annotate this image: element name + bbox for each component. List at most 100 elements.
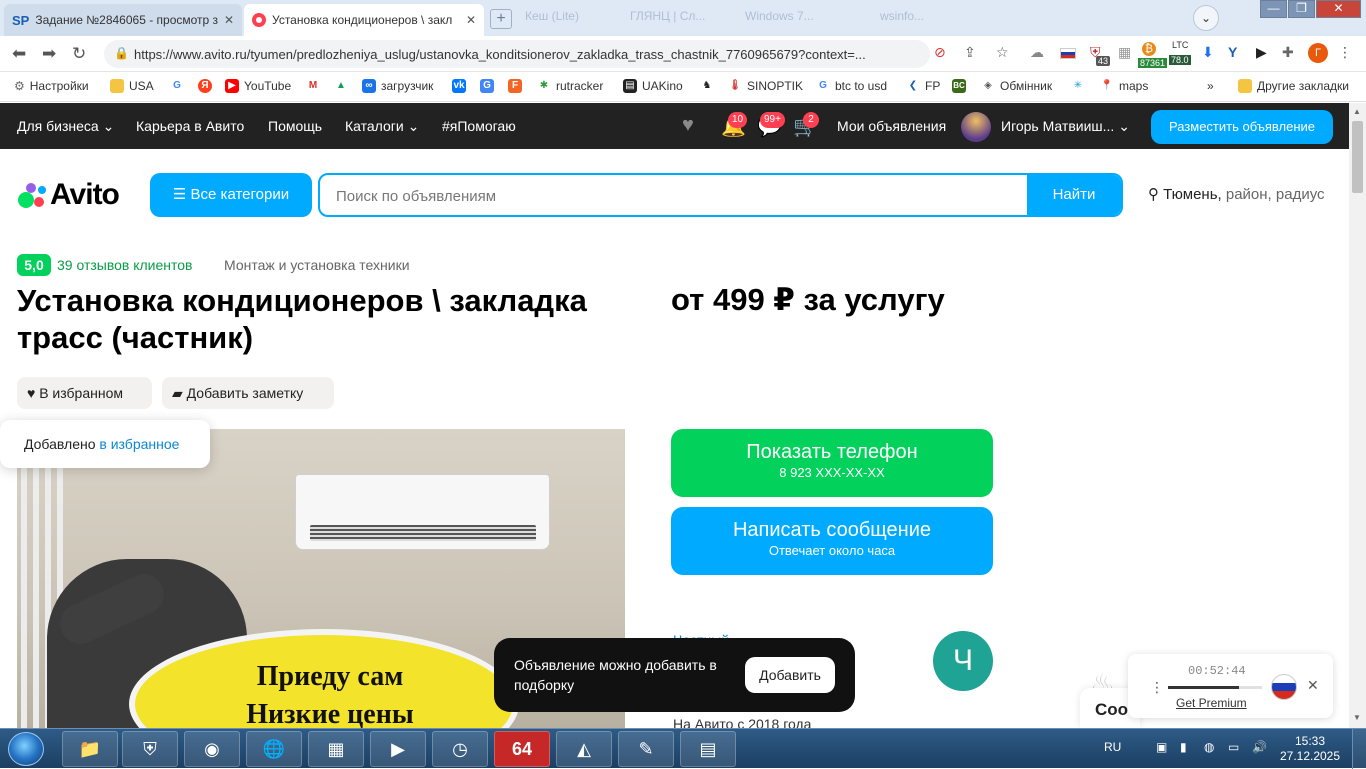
monitor-icon[interactable]: ▤	[680, 731, 736, 767]
window-close-icon[interactable]: ✕	[1316, 0, 1361, 18]
bookmark-other[interactable]: Другие закладки	[1238, 79, 1349, 93]
download-icon[interactable]: ⬇	[1202, 44, 1214, 61]
location-selector[interactable]: ⚲ Тюмень, район, радиус	[1148, 185, 1325, 203]
bookmark-drive[interactable]: ▲	[334, 79, 348, 93]
tab-task[interactable]: SP Задание №2846065 - просмотр з ✕	[4, 4, 242, 36]
minimize-icon[interactable]: —	[1260, 0, 1287, 18]
my-ads-link[interactable]: Мои объявления	[837, 118, 946, 134]
scroll-thumb[interactable]	[1352, 121, 1363, 193]
bookmark-f[interactable]: F	[508, 79, 522, 93]
start-button[interactable]	[8, 732, 44, 766]
globe-icon[interactable]: 🌐	[246, 731, 302, 767]
find-button[interactable]: Найти	[1027, 175, 1121, 215]
bookmark-bc[interactable]: BC	[952, 79, 966, 93]
chrome-icon[interactable]: ◉	[184, 731, 240, 767]
bookmarks-more[interactable]: »	[1207, 79, 1214, 93]
y-extension-icon[interactable]: Y	[1228, 44, 1237, 60]
bookmark-star-icon[interactable]: ☆	[996, 44, 1009, 61]
media-icon[interactable]: ▶	[370, 731, 426, 767]
recorder-progress[interactable]	[1168, 686, 1262, 689]
share-icon[interactable]: ⇪	[964, 44, 976, 61]
address-bar[interactable]: 🔒 https://www.avito.ru/tyumen/predlozhen…	[104, 40, 930, 68]
profile-avatar-icon[interactable]: Г	[1308, 43, 1328, 63]
shield-app-icon[interactable]: ⛨	[122, 731, 178, 767]
russia-flag-icon[interactable]	[1271, 674, 1297, 700]
bookmark-gmail[interactable]: M	[306, 79, 320, 93]
add-to-collection-button[interactable]: Добавить	[745, 657, 835, 693]
heart-icon[interactable]: ♥	[682, 114, 694, 137]
bookmark-loader[interactable]: ∞ загрузчик	[362, 79, 433, 93]
search-input[interactable]	[336, 185, 1026, 207]
forward-icon[interactable]: ➡	[42, 44, 56, 64]
bookmark-chess[interactable]: ♞	[700, 79, 714, 93]
bookmark-btc-usd[interactable]: Gbtc to usd	[816, 79, 887, 93]
terminal-icon[interactable]: ▶	[1256, 44, 1267, 61]
clock[interactable]: 15:33 27.12.2025	[1278, 734, 1342, 764]
maximize-icon[interactable]: ❐	[1288, 0, 1315, 18]
blocked-icon[interactable]: ⊘	[934, 44, 946, 61]
menu-dots-icon[interactable]: ⋮	[1338, 44, 1352, 61]
bookmark-settings[interactable]: ⚙ Настройки	[14, 79, 89, 93]
language-indicator[interactable]: RU	[1104, 740, 1121, 754]
bookmark-vk[interactable]: vk	[452, 79, 466, 93]
bookmark-youtube[interactable]: ▶ YouTube	[225, 79, 291, 93]
scroll-up-icon[interactable]: ▲	[1353, 107, 1361, 116]
reload-icon[interactable]: ↻	[72, 44, 86, 64]
career-link[interactable]: Карьера в Авито	[136, 118, 244, 134]
bookmark-star[interactable]: ✳	[1071, 79, 1085, 93]
back-icon[interactable]: ⬅	[12, 44, 26, 64]
puzzle-icon[interactable]: ✚	[1282, 44, 1294, 61]
close-icon[interactable]: ✕	[1307, 677, 1319, 694]
app-64-icon[interactable]: 64	[494, 731, 550, 767]
favorites-link[interactable]: в избранное	[99, 436, 179, 452]
avatar[interactable]	[961, 112, 991, 142]
chip-icon[interactable]: ▦	[308, 731, 364, 767]
bookmark-fp[interactable]: ❮ FP	[906, 79, 940, 93]
add-note-button[interactable]: ▰ Добавить заметку	[162, 377, 334, 409]
show-phone-button[interactable]: Показать телефон 8 923 XXX-XX-XX	[671, 429, 993, 497]
bookmark-maps[interactable]: 📍 maps	[1100, 79, 1148, 93]
clock-app-icon[interactable]: ◷	[432, 731, 488, 767]
bookmark-usa[interactable]: USA	[110, 79, 154, 93]
bookmark-translate[interactable]: G	[480, 79, 494, 93]
volume-icon[interactable]: 🔊	[1252, 740, 1267, 754]
show-desktop-button[interactable]	[1352, 729, 1366, 769]
favorite-button[interactable]: ♥ В избранном	[17, 377, 152, 409]
help-tag-link[interactable]: #яПомогаю	[442, 118, 516, 134]
all-categories-button[interactable]: ☰ Все категории	[150, 173, 312, 217]
bookmark-rutracker[interactable]: ✱ rutracker	[537, 79, 603, 93]
get-premium-link[interactable]: Get Premium	[1176, 696, 1247, 710]
tab-avito[interactable]: Установка кондиционеров \ закл ✕	[244, 4, 484, 36]
avito-logo-text[interactable]: Avito	[50, 178, 120, 212]
chart-app-icon[interactable]: ◭	[556, 731, 612, 767]
catalogs-menu[interactable]: Каталоги ⌄	[345, 118, 419, 135]
post-ad-button[interactable]: Разместить объявление	[1151, 110, 1333, 144]
russia-flag-icon[interactable]	[1060, 48, 1076, 59]
tray-battery-icon[interactable]: ▮	[1180, 740, 1187, 754]
close-icon[interactable]: ✕	[224, 13, 234, 27]
seller-avatar[interactable]: Ч	[933, 631, 993, 691]
bookmark-google[interactable]: G	[170, 79, 184, 93]
bookmark-exchange[interactable]: ◈ Обмінник	[981, 79, 1052, 93]
write-message-button[interactable]: Написать сообщение Отвечает около часа	[671, 507, 993, 575]
cloud-icon[interactable]: ☁	[1030, 44, 1044, 61]
page-scrollbar[interactable]: ▲ ▼	[1349, 103, 1366, 728]
help-link[interactable]: Помощь	[268, 118, 322, 134]
business-menu[interactable]: Для бизнеса ⌄	[17, 118, 114, 135]
menu-dots-icon[interactable]: ⋮	[1150, 679, 1164, 696]
bookmark-uakino[interactable]: ▤ UAKino	[623, 79, 683, 93]
user-menu[interactable]: Игорь Матвииш... ⌄	[1001, 118, 1130, 135]
tray-monitor-icon[interactable]: ▭	[1228, 740, 1239, 754]
tray-network-icon[interactable]: ▣	[1156, 740, 1167, 754]
close-icon[interactable]: ✕	[466, 13, 476, 27]
tray-app-icon[interactable]: ◍	[1204, 740, 1214, 754]
bitcoin-icon[interactable]: ₿	[1142, 42, 1156, 56]
notepad-icon[interactable]: ✎	[618, 731, 674, 767]
extension-icon[interactable]: ▦	[1118, 44, 1131, 61]
bookmark-sinoptik[interactable]: 🌡 SINOPTIK	[728, 79, 803, 93]
chevron-down-icon[interactable]: ⌄	[1193, 5, 1219, 31]
new-tab-icon[interactable]: +	[490, 9, 512, 29]
category-link[interactable]: Монтаж и установка техники	[224, 257, 410, 273]
bookmark-yandex[interactable]: Я	[198, 79, 212, 93]
reviews-link[interactable]: 39 отзывов клиентов	[57, 257, 193, 273]
